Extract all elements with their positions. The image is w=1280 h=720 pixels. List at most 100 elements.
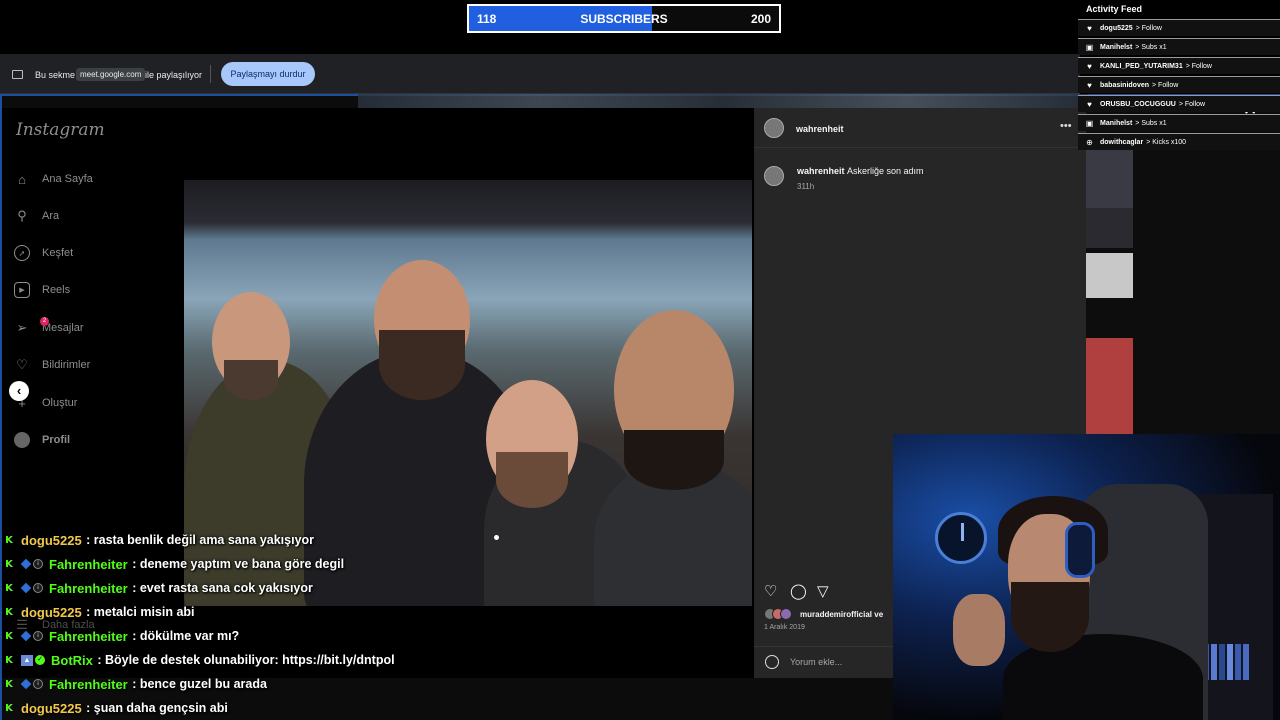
person-4-beard <box>624 430 724 490</box>
like-heart-icon[interactable]: ♡ <box>764 582 777 600</box>
headset <box>1065 522 1095 578</box>
more-options-icon[interactable]: ••• <box>1060 120 1072 132</box>
nav-profile[interactable]: Profil <box>14 429 70 451</box>
stop-sharing-button[interactable]: Paylaşmayı durdur <box>221 62 315 86</box>
post-header: wahrenheit ••• <box>754 108 1086 148</box>
gift-icon: ▣ <box>1085 42 1094 52</box>
activity-feed: Activity Feed ♥ dogu5225 > Follow ▣ Mani… <box>1078 0 1280 152</box>
post-author-username[interactable]: wahrenheit <box>796 124 844 134</box>
verified-badge-icon: i <box>33 559 43 569</box>
nav-notifications[interactable]: ♡ Bildirimler <box>14 354 90 376</box>
feed-action: > Subs x1 <box>1135 43 1167 51</box>
chat-text: : evet rasta sana cok yakısıyor <box>132 581 313 595</box>
verified-badge-icon: i <box>33 679 43 689</box>
feed-user: dowithcaglar <box>1100 138 1144 146</box>
feed-item: ♥ ORUSBU_COCUGGUU > Follow <box>1078 95 1280 112</box>
kick-icon: K <box>5 630 13 642</box>
book <box>1219 644 1225 680</box>
nav-create-label: Oluştur <box>42 397 78 409</box>
nav-reels[interactable]: ▶ Reels <box>14 279 70 301</box>
instagram-logo[interactable]: Instagram <box>16 120 105 140</box>
chat-text: : dökülme var mı? <box>132 629 240 643</box>
feed-user: Manihelst <box>1100 119 1133 127</box>
comment-input[interactable]: Yorum ekle... <box>790 657 842 667</box>
person-3-beard <box>496 452 568 508</box>
chat-username: dogu5225 <box>21 532 82 548</box>
nav-reels-label: Reels <box>42 284 71 296</box>
chat-message: K i Fahrenheiter : dökülme var mı? <box>4 624 239 648</box>
gift-icon: ▣ <box>1085 118 1094 128</box>
nav-messages[interactable]: ➢ 2 Mesajlar <box>14 317 84 339</box>
previous-post-button[interactable]: ‹ <box>9 381 29 401</box>
nav-explore-label: Keşfet <box>42 247 74 259</box>
chat-message: K ▲ ✓ BotRix : Böyle de destek olunabili… <box>4 648 395 672</box>
chat-text: : Böyle de destek olunabiliyor: https://… <box>97 653 395 667</box>
person-2-beard <box>379 330 465 400</box>
chat-text: : deneme yaptım ve bana göre degil <box>132 557 345 571</box>
chat-text: : şuan daha gençsin abi <box>86 701 228 715</box>
kick-icon: K <box>5 654 13 666</box>
check-badge-icon: ✓ <box>35 655 45 665</box>
nav-notifications-label: Bildirimler <box>42 359 91 371</box>
chat-message: K dogu5225 : rasta benlik değil ama sana… <box>4 528 314 552</box>
feed-action: > Follow <box>1152 81 1179 89</box>
caption-author-avatar[interactable] <box>764 166 784 186</box>
likes-text[interactable]: muraddemirofficial ve <box>800 610 883 619</box>
book <box>1243 644 1249 680</box>
caption-username[interactable]: wahrenheit <box>797 166 845 176</box>
share-domain-chip: meet.google.com <box>76 68 146 81</box>
thumbnail <box>1086 148 1133 208</box>
chat-message: K i Fahrenheiter : evet rasta sana cok y… <box>4 576 313 600</box>
thumbnail <box>1086 208 1133 248</box>
chat-message: K dogu5225 : şuan daha gençsin abi <box>4 696 228 720</box>
post-date: 1 Aralık 2019 <box>764 624 805 631</box>
chat-message: K i Fahrenheiter : deneme yaptım ve bana… <box>4 552 344 576</box>
liker-avatars <box>764 608 798 620</box>
bot-badge-icon: ▲ <box>21 654 33 666</box>
search-icon: ⚲ <box>17 208 27 223</box>
feed-action: > Follow <box>1135 24 1162 32</box>
kick-icon: K <box>5 582 13 594</box>
chat-text: : rasta benlik değil ama sana yakışıyor <box>86 533 315 547</box>
chat-username: dogu5225 <box>21 604 82 620</box>
share-icon[interactable]: ▽ <box>817 582 829 600</box>
chat-message: K dogu5225 : metalci misin abi <box>4 600 194 624</box>
subscriber-badge-icon <box>20 582 32 594</box>
nav-home[interactable]: ⌂ Ana Sayfa <box>14 168 93 190</box>
nav-explore[interactable]: ➚ Keşfet <box>14 242 73 264</box>
nav-search[interactable]: ⚲ Ara <box>14 205 59 227</box>
nav-profile-label: Profil <box>42 434 71 446</box>
chat-text: : bence guzel bu arada <box>132 677 267 691</box>
screen-share-icon <box>12 70 23 79</box>
wall-clock <box>935 512 987 564</box>
book <box>1211 644 1217 680</box>
chat-username: Fahrenheiter <box>49 580 128 596</box>
home-icon: ⌂ <box>18 171 26 187</box>
nav-search-label: Ara <box>42 210 60 222</box>
feed-item: ▣ Manihelst > Subs x1 <box>1078 38 1280 55</box>
emoji-icon[interactable] <box>765 655 779 669</box>
screen-share-bar: Bu sekme meet.google.com ile paylaşılıyo… <box>0 54 1080 94</box>
heart-icon: ♥ <box>1087 61 1092 71</box>
messenger-icon: ➢ <box>16 320 28 335</box>
post-author-avatar[interactable] <box>764 118 784 138</box>
caption-text: Askerliğe son adım <box>847 166 924 176</box>
feed-item: ♥ KANLI_PED_YUTARIM31 > Follow <box>1078 57 1280 74</box>
kick-icon: ⊕ <box>1086 137 1093 147</box>
feed-action: > Follow <box>1185 62 1212 70</box>
streamer-hand <box>953 594 1005 666</box>
verified-badge-icon: i <box>33 583 43 593</box>
feed-action: > Follow <box>1178 100 1206 108</box>
heart-icon: ♥ <box>1087 23 1092 33</box>
caption-time: 311h <box>797 182 815 191</box>
share-divider <box>210 65 211 83</box>
feed-user: babasinidoven <box>1100 81 1150 89</box>
heart-icon: ♥ <box>1087 80 1092 90</box>
heart-icon: ♡ <box>16 357 28 372</box>
chat-username: dogu5225 <box>21 700 82 716</box>
feed-item: ♥ dogu5225 > Follow <box>1078 19 1280 36</box>
comment-icon[interactable]: ◯ <box>790 582 807 600</box>
messages-badge: 2 <box>40 317 49 326</box>
book <box>1227 644 1233 680</box>
chat-message: K i Fahrenheiter : bence guzel bu arada <box>4 672 267 696</box>
